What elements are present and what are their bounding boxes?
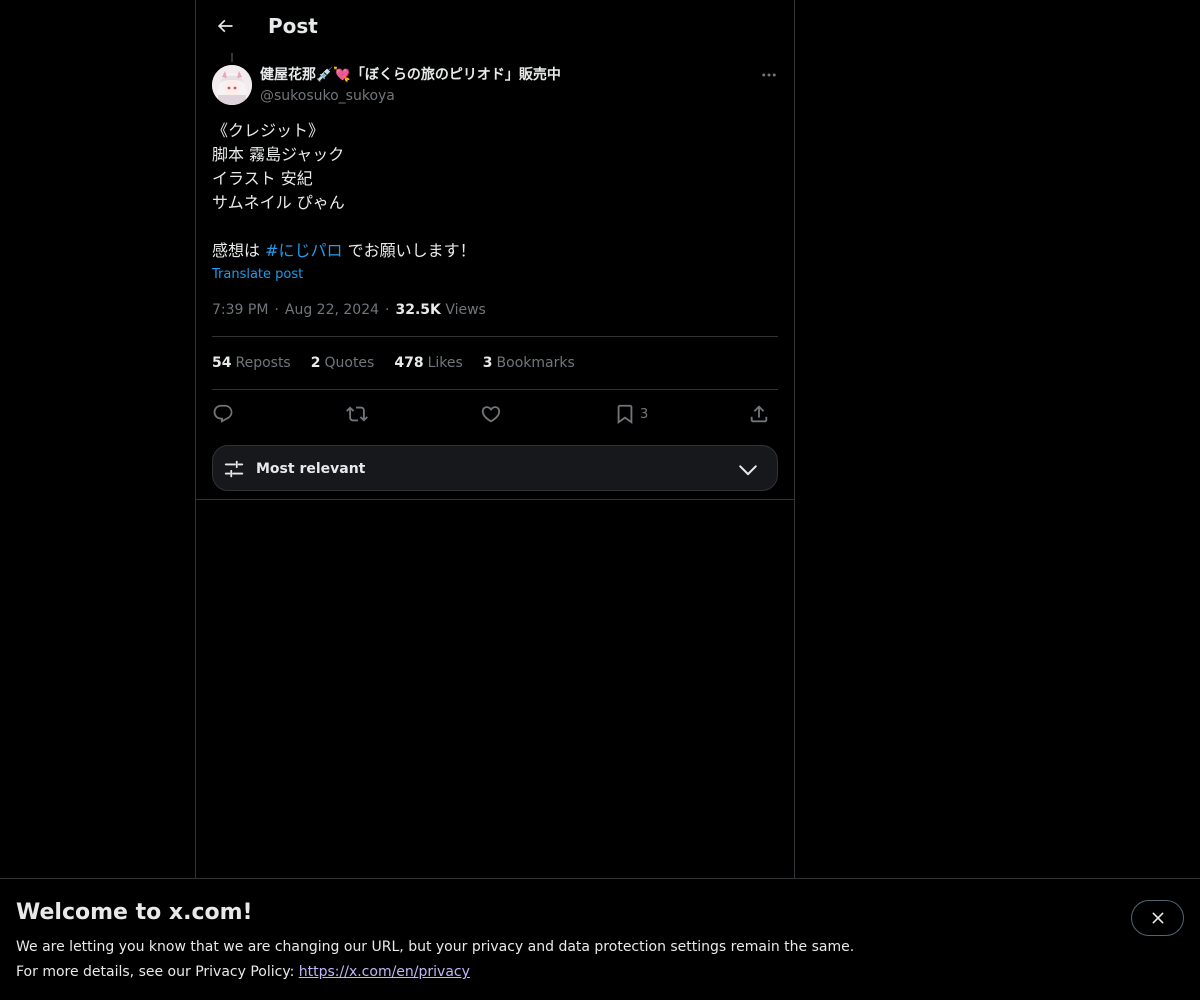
privacy-policy-link[interactable]: https://x.com/en/privacy <box>299 964 470 980</box>
bookmarks-label: Bookmarks <box>496 355 575 371</box>
reply-icon <box>213 404 233 423</box>
post-text: 《クレジット》 脚本 霧島ジャック イラスト 安紀 サムネイル ぴゃん 感想は … <box>212 119 778 263</box>
user-handle[interactable]: @sukosuko_sukoya <box>260 86 395 106</box>
views-count: 32.5K <box>395 302 441 318</box>
banner-line-2: For more details, see our Privacy Policy… <box>16 960 854 985</box>
sort-label: Most relevant <box>256 461 366 477</box>
page-title: Post <box>268 14 318 38</box>
bookmarks-count: 3 <box>482 355 493 371</box>
repost-icon <box>346 406 368 422</box>
avatar[interactable] <box>212 65 252 105</box>
bookmarks-stat[interactable]: 3 Bookmarks <box>483 353 575 373</box>
thread-connector <box>231 53 233 62</box>
more-horizontal-icon <box>762 73 776 77</box>
views-label: Views <box>445 302 486 318</box>
avatar-image <box>212 65 252 105</box>
post-line: 脚本 霧島ジャック <box>212 145 345 164</box>
bookmark-icon <box>617 404 633 425</box>
more-options-button[interactable] <box>756 62 782 88</box>
post-line: サムネイル ぴゃん <box>212 193 345 212</box>
meta-separator: · <box>274 302 279 318</box>
post-line: 《クレジット》 <box>212 121 325 140</box>
post-time[interactable]: 7:39 PM <box>212 302 268 318</box>
main-column: Post 健屋花那💉💘「ぼくらの旅のピリオド」販売中 @sukosuko_suk… <box>195 0 795 1000</box>
banner-title: Welcome to x.com! <box>16 900 253 925</box>
reposts-count: 54 <box>212 355 232 371</box>
reposts-stat[interactable]: 54 Reposts <box>212 353 291 373</box>
display-name[interactable]: 健屋花那💉💘「ぼくらの旅のピリオド」販売中 <box>260 65 561 85</box>
share-icon <box>750 405 768 423</box>
back-button[interactable] <box>208 9 242 43</box>
repost-button[interactable] <box>346 399 368 429</box>
reply-button[interactable] <box>212 399 234 429</box>
banner-line-1: We are letting you know that we are chan… <box>16 939 855 955</box>
post-date[interactable]: Aug 22, 2024 <box>285 302 379 318</box>
divider <box>196 499 794 500</box>
likes-stat[interactable]: 478 Likes <box>394 353 462 373</box>
post-line: イラスト 安紀 <box>212 169 313 188</box>
reply-sort-dropdown[interactable]: Most relevant <box>212 445 778 491</box>
meta-separator: · <box>385 302 390 318</box>
bookmark-button[interactable]: 3 <box>614 399 648 429</box>
hashtag-link[interactable]: #にじパロ <box>265 241 342 260</box>
post-closing-line: 感想は #にじパロ でお願いします！ <box>212 239 778 263</box>
quotes-stat[interactable]: 2 Quotes <box>311 353 375 373</box>
chevron-down-icon <box>739 465 757 476</box>
likes-label: Likes <box>427 355 463 371</box>
close-banner-button[interactable] <box>1131 900 1184 936</box>
bookmark-action-count: 3 <box>640 406 649 422</box>
closing-prefix: 感想は <box>212 241 266 260</box>
action-bar: 3 <box>212 399 778 429</box>
privacy-banner: Welcome to x.com! We are letting you kno… <box>0 878 1200 1000</box>
translate-post-link[interactable]: Translate post <box>212 265 303 285</box>
banner-line-2-prefix: For more details, see our Privacy Policy… <box>16 964 299 980</box>
divider <box>212 336 778 337</box>
share-button[interactable] <box>748 399 770 429</box>
divider <box>212 389 778 390</box>
sliders-icon <box>224 460 244 478</box>
arrow-left-icon <box>217 19 233 33</box>
close-icon <box>1152 912 1163 924</box>
page-header: Post <box>196 0 794 53</box>
post-meta: 7:39 PM · Aug 22, 2024 · 32.5K Views <box>212 300 486 320</box>
heart-icon <box>481 406 501 423</box>
likes-count: 478 <box>394 355 424 371</box>
engagement-stats: 54 Reposts 2 Quotes 478 Likes 3 Bookmarks <box>212 353 575 373</box>
quotes-count: 2 <box>310 355 321 371</box>
reposts-label: Reposts <box>235 355 291 371</box>
closing-suffix: でお願いします！ <box>342 241 476 260</box>
like-button[interactable] <box>480 399 502 429</box>
quotes-label: Quotes <box>324 355 375 371</box>
banner-text: We are letting you know that we are chan… <box>16 935 854 985</box>
post-blank-line <box>212 215 778 239</box>
